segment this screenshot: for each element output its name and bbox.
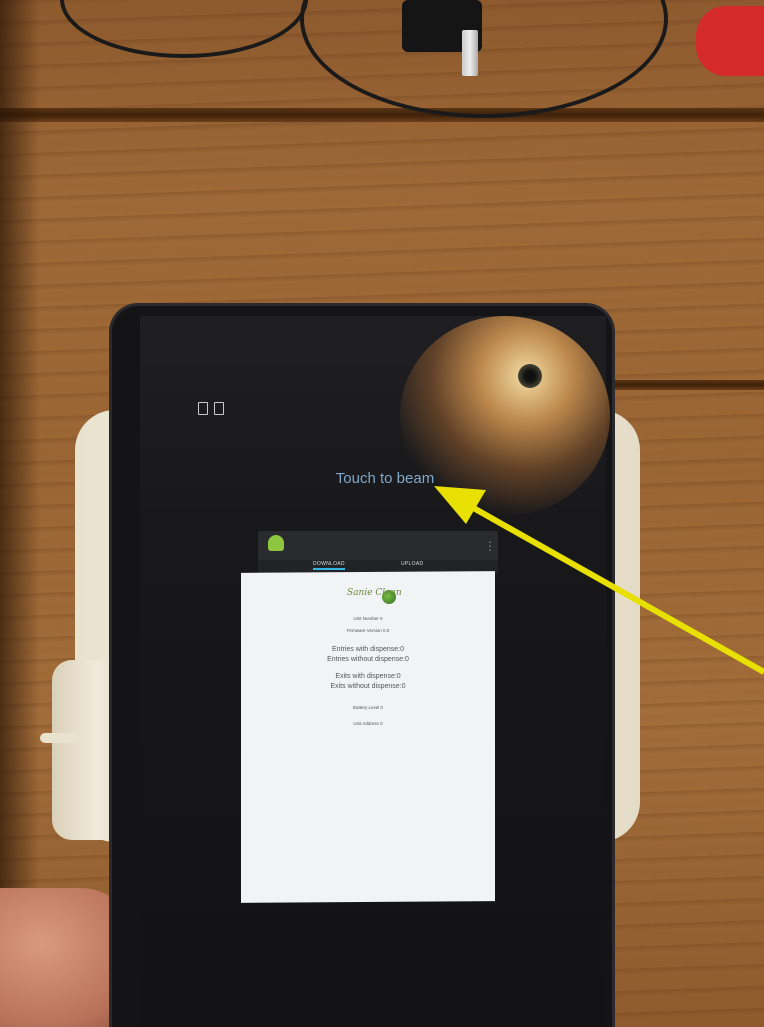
yellow-arrow-annotation bbox=[434, 486, 764, 675]
arrow-shaft bbox=[468, 503, 764, 675]
arrow-head bbox=[434, 486, 486, 524]
